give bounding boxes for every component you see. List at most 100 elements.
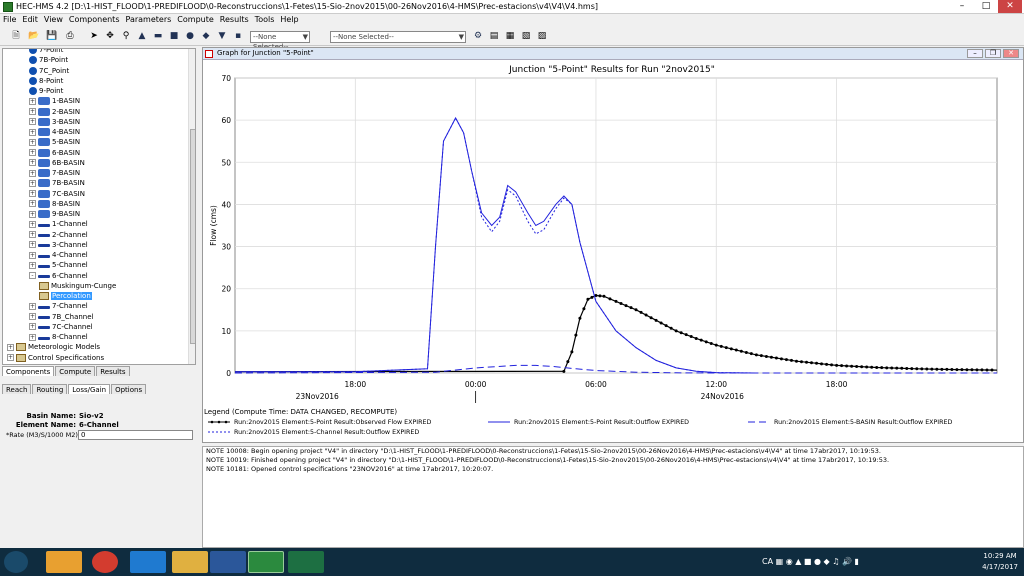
menu-parameters[interactable]: Parameters <box>123 14 175 25</box>
tree-item[interactable]: +7-BASIN <box>29 168 80 178</box>
tab-loss-gain[interactable]: Loss/Gain <box>68 384 111 394</box>
tree-item[interactable]: +8-BASIN <box>29 199 80 209</box>
expand-icon[interactable]: + <box>29 323 36 331</box>
time-series-icon[interactable]: ▨ <box>536 31 548 42</box>
expand-icon[interactable]: + <box>29 333 36 341</box>
tree-item[interactable]: +3-Channel <box>29 240 88 250</box>
add-source-icon[interactable]: ▼ <box>216 31 228 42</box>
word-icon[interactable] <box>210 551 246 573</box>
expand-icon[interactable]: + <box>29 159 36 167</box>
print-icon[interactable]: ⎙ <box>64 31 76 42</box>
expand-icon[interactable]: + <box>29 200 36 208</box>
menu-file[interactable]: File <box>0 14 19 25</box>
expand-icon[interactable]: + <box>29 179 36 187</box>
expand-icon[interactable]: + <box>7 343 14 351</box>
tree-item[interactable]: +7C-BASIN <box>29 189 85 199</box>
tree-item[interactable]: +7B_Channel <box>29 312 94 322</box>
minimize-button[interactable]: – <box>950 0 974 13</box>
close-button[interactable]: ✕ <box>998 0 1022 13</box>
new-file-icon[interactable]: 🗎 <box>10 31 22 42</box>
expand-icon[interactable]: + <box>29 169 36 177</box>
menu-components[interactable]: Components <box>66 14 123 25</box>
graph-restore-button[interactable]: ❐ <box>985 49 1001 58</box>
menu-edit[interactable]: Edit <box>19 14 41 25</box>
tree-item[interactable]: Muskingum-Cunge <box>39 281 116 291</box>
tree-item[interactable]: 7B-Point <box>29 55 68 65</box>
hec-hms-taskbar-icon[interactable] <box>248 551 284 573</box>
expand-icon[interactable]: + <box>29 220 36 228</box>
tree-item[interactable]: +1-BASIN <box>29 96 80 106</box>
tree-item[interactable]: - 6-Channel <box>29 271 88 281</box>
menu-results[interactable]: Results <box>217 14 252 25</box>
expand-icon[interactable]: + <box>29 149 36 156</box>
tree-item[interactable]: +5-Channel <box>29 260 88 270</box>
summary-table-icon[interactable]: ▧ <box>520 31 532 42</box>
tree-item[interactable]: 7-Point <box>29 49 63 55</box>
menu-view[interactable]: View <box>41 14 66 25</box>
file-explorer-icon[interactable] <box>172 551 208 573</box>
tree-item[interactable]: +7C-Channel <box>29 322 93 332</box>
tree-item[interactable]: Percolation <box>39 291 92 301</box>
tree-item[interactable]: + Meteorologic Models <box>7 342 100 352</box>
clock[interactable]: 10:29 AM 4/17/2017 <box>982 551 1018 573</box>
global-summary-icon[interactable]: ▤ <box>488 31 500 42</box>
menu-help[interactable]: Help <box>277 14 301 25</box>
media-player-icon[interactable] <box>46 551 82 573</box>
zoom-icon[interactable]: ⚲ <box>120 31 132 42</box>
tree-item[interactable]: +6-BASIN <box>29 148 80 158</box>
add-sink-icon[interactable]: ▪ <box>232 31 244 42</box>
expand-icon[interactable]: + <box>29 138 36 146</box>
element-graph-icon[interactable]: ▦ <box>504 31 516 42</box>
scrollbar-thumb[interactable] <box>190 129 195 344</box>
expand-icon[interactable]: + <box>29 313 36 320</box>
tree-item[interactable]: +3-BASIN <box>29 117 80 127</box>
menu-compute[interactable]: Compute <box>174 14 216 25</box>
tree-scrollbar[interactable] <box>188 49 195 364</box>
menu-tools[interactable]: Tools <box>252 14 278 25</box>
tree-item[interactable]: +9-BASIN <box>29 209 80 219</box>
expand-icon[interactable]: + <box>29 118 36 126</box>
expand-icon[interactable]: + <box>29 97 36 105</box>
add-diversion-icon[interactable]: ◆ <box>200 31 212 42</box>
tab-options[interactable]: Options <box>111 384 147 394</box>
tree-item[interactable]: +4-Channel <box>29 250 88 260</box>
expand-icon[interactable]: + <box>29 190 36 197</box>
tree-item[interactable]: +7-Channel <box>29 301 88 311</box>
tree-item[interactable]: +2-BASIN <box>29 107 80 117</box>
open-folder-icon[interactable]: 📂 <box>28 31 40 42</box>
save-icon[interactable]: 💾 <box>46 31 58 42</box>
tree-item[interactable]: 9-Point <box>29 86 63 96</box>
language-indicator[interactable]: CA <box>762 557 773 566</box>
add-reach-icon[interactable]: ▬ <box>152 31 164 42</box>
tree-item[interactable]: 7C_Point <box>29 66 69 76</box>
tree-item[interactable]: +5-BASIN <box>29 137 80 147</box>
start-button[interactable] <box>4 551 28 573</box>
expand-icon[interactable]: + <box>29 241 36 249</box>
maximize-button[interactable]: □ <box>974 0 998 13</box>
tab-compute[interactable]: Compute <box>55 366 96 376</box>
add-subbasin-icon[interactable]: ▲ <box>136 31 148 42</box>
excel-icon[interactable] <box>288 551 324 573</box>
expand-icon[interactable]: + <box>29 261 36 269</box>
tree-item[interactable]: +8-Channel <box>29 332 88 342</box>
graph-close-button[interactable]: ✕ <box>1003 49 1019 58</box>
tree-item[interactable]: + Control Specifications <box>7 353 104 363</box>
tree-item[interactable]: +4-BASIN <box>29 127 80 137</box>
rate-input[interactable]: 0 <box>78 430 193 440</box>
arrow-select-icon[interactable]: ➤ <box>88 31 100 42</box>
compute-icon[interactable]: ⚙ <box>472 31 484 42</box>
compute-selector[interactable]: --None Selected-- ▼ <box>330 31 466 43</box>
add-reservoir-icon[interactable]: ■ <box>168 31 180 42</box>
graph-minimize-button[interactable]: – <box>967 49 983 58</box>
internet-explorer-icon[interactable] <box>130 551 166 573</box>
tree-item[interactable]: +2-Channel <box>29 230 88 240</box>
run-selector[interactable]: --None Selected--▼ <box>250 31 310 51</box>
expand-icon[interactable]: + <box>29 210 36 218</box>
expand-icon[interactable]: + <box>29 108 36 115</box>
tab-routing[interactable]: Routing <box>32 384 68 394</box>
expand-icon[interactable]: + <box>29 251 36 259</box>
expand-icon[interactable]: + <box>29 128 36 136</box>
collapse-icon[interactable]: - <box>29 272 36 279</box>
expand-icon[interactable]: + <box>29 231 36 238</box>
chrome-icon[interactable] <box>92 551 118 573</box>
